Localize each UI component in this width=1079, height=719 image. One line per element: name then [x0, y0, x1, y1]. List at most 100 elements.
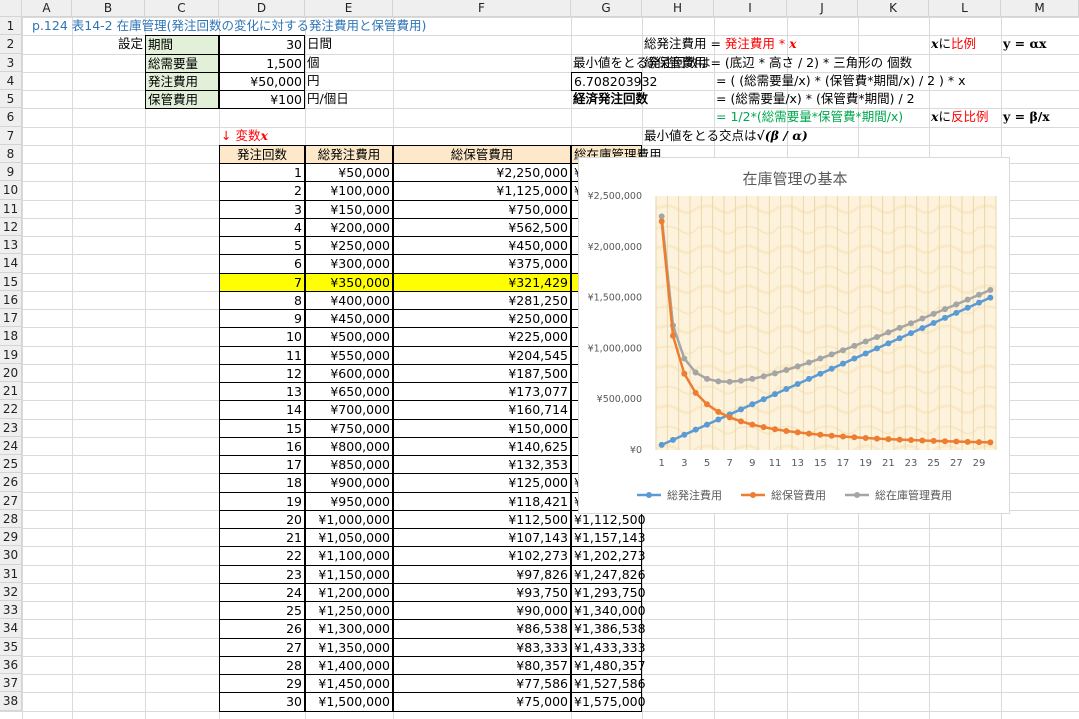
row-header[interactable]: 17 [0, 309, 22, 328]
row-header[interactable]: 36 [0, 655, 22, 674]
row-header[interactable]: 30 [0, 546, 22, 565]
row-header[interactable]: 29 [0, 528, 22, 547]
row-header[interactable]: 18 [0, 327, 22, 346]
row-header[interactable]: 3 [0, 53, 22, 72]
setting-name[interactable]: 保管費用 [145, 90, 219, 110]
row-header[interactable]: 16 [0, 290, 22, 309]
column-header[interactable]: H [642, 0, 714, 17]
table-cell[interactable]: ¥173,077 [393, 382, 571, 402]
table-cell[interactable]: ¥83,333 [393, 637, 571, 657]
row-header[interactable]: 5 [0, 90, 22, 109]
formula-holding-cost[interactable]: 総保管費用 = (底辺 * 高さ / 2) * 三角形の 個数 [642, 54, 1001, 73]
table-cell[interactable]: 16 [219, 436, 305, 456]
table-cell[interactable]: 13 [219, 382, 305, 402]
row-header[interactable]: 19 [0, 345, 22, 364]
row-header[interactable]: 38 [0, 692, 22, 711]
row-header[interactable]: 7 [0, 126, 22, 145]
table-cell[interactable]: ¥300,000 [305, 254, 393, 274]
setting-value[interactable]: ¥50,000 [219, 71, 305, 91]
table-cell[interactable]: 20 [219, 509, 305, 529]
table-cell[interactable]: 28 [219, 655, 305, 675]
table-cell[interactable]: ¥90,000 [393, 601, 571, 621]
table-cell[interactable]: ¥1,202,273 [571, 546, 646, 566]
table-cell[interactable]: ¥650,000 [305, 382, 393, 402]
table-cell[interactable]: 30 [219, 692, 305, 712]
row-header[interactable]: 23 [0, 418, 22, 437]
column-header[interactable]: K [858, 0, 929, 17]
table-cell[interactable]: 29 [219, 674, 305, 694]
table-cell[interactable]: ¥150,000 [305, 199, 393, 219]
table-cell[interactable]: 25 [219, 601, 305, 621]
formula-intersection[interactable]: 最小値をとる交点は√(β / α) [642, 127, 1001, 146]
table-cell[interactable]: 2 [219, 181, 305, 201]
table-cell[interactable]: ¥75,000 [393, 692, 571, 712]
table-cell[interactable]: ¥750,000 [305, 418, 393, 438]
setting-name[interactable]: 発注費用 [145, 71, 219, 91]
column-header[interactable]: J [787, 0, 858, 17]
table-cell[interactable]: 27 [219, 637, 305, 657]
table-cell[interactable]: ¥80,357 [393, 655, 571, 675]
table-header[interactable]: 総保管費用 [393, 144, 571, 164]
table-cell[interactable]: ¥1,400,000 [305, 655, 393, 675]
sheet-title[interactable]: p.124 表14-2 在庫管理(発注回数の変化に対する発注費用と保管費用) [22, 17, 737, 36]
column-header[interactable]: B [72, 0, 145, 17]
table-cell[interactable]: ¥600,000 [305, 363, 393, 383]
row-header[interactable]: 35 [0, 637, 22, 656]
row-header[interactable]: 31 [0, 564, 22, 583]
table-cell[interactable]: ¥1,100,000 [305, 546, 393, 566]
table-cell[interactable]: ¥93,750 [393, 582, 571, 602]
row-header[interactable]: 25 [0, 455, 22, 474]
row-header[interactable]: 15 [0, 272, 22, 291]
min-label[interactable]: 最小値をとる発注回数は [571, 54, 711, 73]
table-header[interactable]: 発注回数 [219, 144, 305, 164]
table-cell[interactable]: 26 [219, 619, 305, 639]
table-cell[interactable]: ¥1,386,538 [571, 619, 646, 639]
table-cell[interactable]: ¥800,000 [305, 436, 393, 456]
table-cell[interactable]: ¥350,000 [305, 272, 393, 292]
table-cell[interactable]: 22 [219, 546, 305, 566]
table-cell[interactable]: ¥250,000 [305, 236, 393, 256]
inverse-note[interactable]: xに反比例 [929, 108, 1001, 127]
row-header[interactable]: 26 [0, 473, 22, 492]
table-cell[interactable]: ¥1,125,000 [393, 181, 571, 201]
table-cell[interactable]: ¥112,500 [393, 509, 571, 529]
table-cell[interactable]: ¥950,000 [305, 491, 393, 511]
table-cell[interactable]: ¥160,714 [393, 400, 571, 420]
row-header[interactable]: 14 [0, 254, 22, 273]
column-header[interactable]: C [145, 0, 219, 17]
setting-name[interactable]: 総需要量 [145, 53, 219, 73]
table-cell[interactable]: 14 [219, 400, 305, 420]
table-cell[interactable]: ¥450,000 [305, 309, 393, 329]
table-cell[interactable]: ¥1,575,000 [571, 692, 646, 712]
min-value[interactable]: 6.708203932 [571, 71, 658, 91]
formula-step-2[interactable]: = (総需要量/x) * (保管費*期間) / 2 [714, 90, 1001, 109]
table-cell[interactable]: 10 [219, 327, 305, 347]
table-cell[interactable]: ¥100,000 [305, 181, 393, 201]
table-cell[interactable]: 1 [219, 163, 305, 183]
column-header[interactable]: D [219, 0, 305, 17]
settings-label[interactable]: 設定 [72, 35, 145, 54]
table-cell[interactable]: ¥750,000 [393, 199, 571, 219]
table-cell[interactable]: ¥200,000 [305, 217, 393, 237]
table-cell[interactable]: ¥1,350,000 [305, 637, 393, 657]
table-cell[interactable]: ¥250,000 [393, 309, 571, 329]
table-cell[interactable]: ¥1,340,000 [571, 601, 646, 621]
table-cell[interactable]: ¥375,000 [393, 254, 571, 274]
column-header[interactable]: G [571, 0, 642, 17]
table-cell[interactable]: ¥700,000 [305, 400, 393, 420]
row-header[interactable]: 8 [0, 144, 22, 163]
row-header[interactable]: 11 [0, 199, 22, 218]
select-all-corner[interactable] [0, 0, 22, 17]
row-header[interactable]: 21 [0, 382, 22, 401]
column-header[interactable]: L [929, 0, 1001, 17]
row-header[interactable]: 2 [0, 35, 22, 54]
table-cell[interactable]: ¥550,000 [305, 345, 393, 365]
table-cell[interactable]: ¥1,527,586 [571, 674, 646, 694]
row-header[interactable]: 37 [0, 674, 22, 693]
table-cell[interactable]: 24 [219, 582, 305, 602]
setting-name[interactable]: 期間 [145, 35, 219, 55]
row-header[interactable]: 20 [0, 363, 22, 382]
row-header[interactable]: 34 [0, 619, 22, 638]
table-header[interactable]: 総発注費用 [305, 144, 393, 164]
row-header[interactable]: 28 [0, 509, 22, 528]
